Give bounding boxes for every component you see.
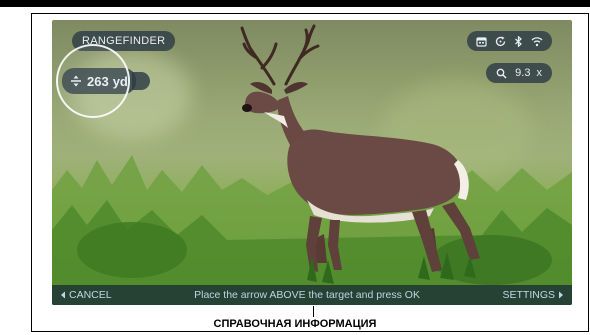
instruction-text: Place the arrow ABOVE the target and pre… [194, 289, 420, 301]
top-rule [0, 0, 590, 7]
bottom-bar: CANCEL Place the arrow ABOVE the target … [52, 285, 572, 305]
highlight-circle [56, 44, 130, 118]
bluetooth-icon [514, 35, 523, 47]
zoom-value: 9.3 [515, 67, 531, 79]
settings-button[interactable]: SETTINGS [502, 289, 564, 301]
wifi-icon [531, 36, 543, 47]
cancel-label: CANCEL [69, 289, 112, 301]
chevron-right-icon [558, 291, 564, 299]
scope-screen: RANGEFINDER 263 yd 9.3 x CANCEL Place th… [52, 20, 572, 305]
cancel-button[interactable]: CANCEL [60, 289, 112, 301]
chevron-left-icon [60, 291, 66, 299]
range-pill-tail [131, 72, 150, 90]
settings-label: SETTINGS [502, 289, 555, 301]
magnifier-icon [496, 68, 507, 79]
zoom-unit: x [536, 67, 543, 79]
figure-caption: СПРАВОЧНАЯ ИНФОРМАЦИЯ [213, 318, 377, 330]
callout-line [313, 306, 314, 317]
calendar-icon [476, 36, 487, 47]
zoom-readout: 9.3 x [486, 63, 552, 83]
status-icons [467, 31, 552, 51]
sync-icon [495, 36, 506, 47]
